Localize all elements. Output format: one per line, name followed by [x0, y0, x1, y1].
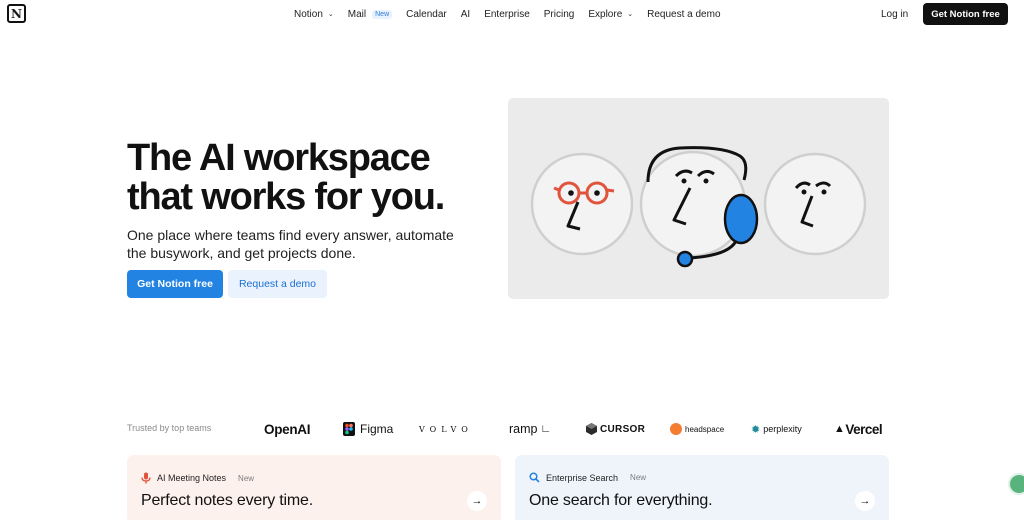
figma-icon: [343, 422, 355, 436]
card-label: Enterprise Search New: [529, 472, 646, 483]
nav-item-enterprise[interactable]: Enterprise: [477, 6, 537, 23]
hero-title: The AI workspace that works for you.: [127, 137, 445, 218]
vercel-triangle-icon: ▲: [834, 423, 845, 435]
cursor-logo: CURSOR: [586, 419, 645, 439]
new-badge: New: [372, 9, 393, 19]
trusted-label: Trusted by top teams: [127, 423, 212, 433]
login-link[interactable]: Log in: [874, 6, 915, 23]
chevron-down-icon: ⌄: [627, 11, 634, 18]
notion-logo-icon[interactable]: N: [7, 4, 26, 23]
card-label: AI Meeting Notes New: [141, 472, 254, 484]
vercel-logo: ▲ Vercel: [834, 421, 883, 437]
new-badge: New: [630, 473, 647, 482]
chevron-down-icon: ⌄: [327, 11, 334, 18]
ramp-logo: ramp ∟: [509, 422, 552, 436]
hero-subtitle: One place where teams find every answer,…: [127, 227, 454, 261]
hero-illustration: [508, 98, 889, 299]
volvo-logo: VOLVO: [419, 424, 473, 434]
hero-get-notion-free-button[interactable]: Get Notion free: [127, 270, 223, 298]
nav-links: Notion ⌄ Mail New Calendar AI Enterprise…: [287, 0, 728, 28]
search-icon: [529, 472, 540, 483]
headspace-dot-icon: [670, 423, 682, 435]
card-title: Perfect notes every time.: [141, 492, 313, 509]
faces-illustration-icon: [530, 146, 867, 268]
chat-widget-icon[interactable]: [1008, 473, 1024, 495]
nav-item-calendar[interactable]: Calendar: [399, 6, 454, 23]
headspace-logo: headspace: [670, 419, 724, 439]
ramp-mark-icon: ∟: [540, 423, 552, 435]
arrow-right-icon[interactable]: →: [855, 491, 875, 511]
nav-item-pricing[interactable]: Pricing: [537, 6, 582, 23]
nav-item-explore[interactable]: Explore ⌄: [581, 6, 640, 23]
perplexity-mark-icon: ✹: [751, 423, 761, 436]
nav-item-ai[interactable]: AI: [454, 6, 477, 23]
new-badge: New: [238, 473, 255, 483]
card-title: One search for everything.: [529, 492, 713, 509]
nav-item-request-demo[interactable]: Request a demo: [640, 6, 727, 23]
ai-meeting-notes-card[interactable]: AI Meeting Notes New Perfect notes every…: [127, 455, 501, 520]
enterprise-search-card[interactable]: Enterprise Search New One search for eve…: [515, 455, 889, 520]
perplexity-logo: ✹ perplexity: [751, 423, 802, 436]
hero-request-demo-button[interactable]: Request a demo: [228, 270, 327, 298]
openai-logo: OpenAI: [264, 421, 311, 437]
top-nav: N Notion ⌄ Mail New Calendar AI Enterpri…: [0, 0, 1024, 28]
cursor-cube-icon: [586, 423, 597, 435]
microphone-icon: [141, 472, 151, 484]
nav-item-notion[interactable]: Notion ⌄: [287, 6, 341, 23]
nav-item-mail[interactable]: Mail New: [341, 6, 399, 23]
figma-logo: Figma: [343, 419, 393, 439]
get-notion-free-button[interactable]: Get Notion free: [923, 3, 1008, 25]
arrow-right-icon[interactable]: →: [467, 491, 487, 511]
